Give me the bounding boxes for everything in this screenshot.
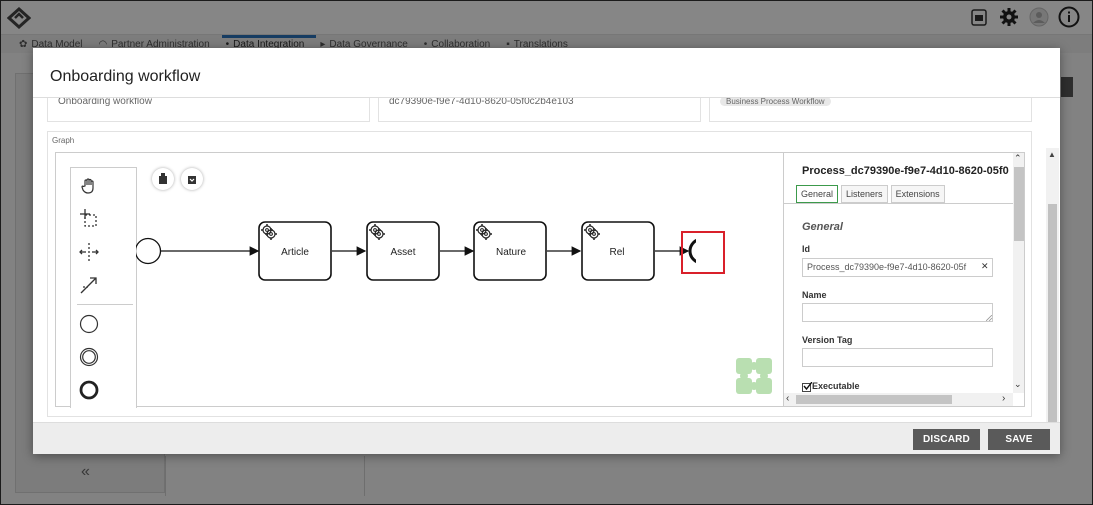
save-button[interactable]: SAVE (988, 429, 1050, 450)
hand-tool-icon[interactable] (79, 176, 99, 196)
download-bpmn-icon[interactable] (181, 168, 203, 190)
end-event-highlight (681, 231, 725, 274)
start-event-icon[interactable] (79, 314, 99, 334)
modal-body: Onboarding workflow dc79390e-f9e7-4d10-8… (33, 98, 1060, 422)
properties-vertical-scrollbar[interactable]: ⌃ ⌄ (1013, 153, 1024, 393)
name-textarea[interactable] (802, 303, 993, 322)
modal-header: Onboarding workflow (33, 48, 1060, 98)
palette-separator (77, 304, 133, 305)
workflow-id-field[interactable]: dc79390e-f9e7-4d10-8620-05f0c2b4e103 (378, 98, 701, 122)
workflow-modal: Onboarding workflow Onboarding workflow … (33, 48, 1060, 454)
task-label: Asset (390, 247, 415, 258)
start-event[interactable] (136, 237, 162, 265)
tab-listeners[interactable]: Listeners (841, 185, 888, 203)
id-label: Id (802, 244, 810, 254)
chevron-up-icon[interactable]: ▲ (1048, 150, 1056, 159)
download-svg-icon[interactable] (152, 168, 174, 190)
task-label: Nature (496, 247, 526, 258)
graph-panel: Graph Article Asset Nature Rel Process_d… (47, 131, 1032, 417)
bpmn-canvas[interactable]: Article Asset Nature Rel Process_dc79390… (55, 152, 1025, 408)
scroll-thumb[interactable] (1014, 167, 1024, 241)
scroll-thumb[interactable] (796, 395, 952, 404)
chevron-down-icon[interactable]: ⌄ (1014, 379, 1022, 390)
properties-title: Process_dc79390e-f9e7-4d10-8620-05f0 (802, 165, 1009, 177)
graph-label: Graph (52, 136, 75, 145)
chevron-right-icon[interactable]: › (1002, 393, 1005, 404)
version-tag-label: Version Tag (802, 335, 853, 345)
modal-title: Onboarding workflow (50, 68, 201, 85)
end-event-icon[interactable] (79, 380, 99, 400)
task-label: Rel (609, 247, 624, 258)
intermediate-event-icon[interactable] (79, 347, 99, 367)
global-connect-tool-icon[interactable] (79, 275, 99, 295)
properties-panel: Process_dc79390e-f9e7-4d10-8620-05f0 Gen… (783, 153, 1024, 406)
version-tag-input[interactable] (802, 348, 993, 367)
tabs-divider (784, 203, 1014, 204)
task-label: Article (281, 247, 309, 258)
tab-general[interactable]: General (796, 185, 839, 203)
task-rel[interactable]: Rel (581, 221, 655, 281)
workflow-id-value: dc79390e-f9e7-4d10-8620-05f0c2b4e103 (389, 98, 574, 107)
workflow-type-chip: Business Process Workflow (720, 98, 831, 106)
executable-label: Executable (812, 381, 860, 391)
name-label: Name (802, 290, 827, 300)
workflow-name-value: Onboarding workflow (58, 98, 152, 107)
tab-extensions[interactable]: Extensions (890, 185, 945, 203)
task-asset[interactable]: Asset (366, 221, 440, 281)
section-title-general: General (802, 221, 843, 233)
bpmn-io-logo-icon[interactable] (736, 358, 774, 396)
lasso-tool-icon[interactable] (79, 209, 99, 229)
id-input[interactable]: Process_dc79390e-f9e7-4d10-8620-05f (802, 258, 993, 277)
bpmn-diagram[interactable]: Article Asset Nature Rel (136, 203, 696, 293)
chevron-up-icon[interactable]: ⌃ (1014, 153, 1022, 164)
properties-horizontal-scrollbar[interactable]: ‹ › (784, 393, 1013, 406)
chevron-left-icon[interactable]: ‹ (786, 393, 789, 404)
workflow-type-field[interactable]: Business Process Workflow (709, 98, 1032, 122)
tool-palette (70, 167, 137, 408)
scroll-thumb[interactable] (1048, 204, 1057, 422)
space-tool-icon[interactable] (79, 242, 99, 262)
properties-tabs: General Listeners Extensions (796, 185, 945, 203)
clear-id-icon[interactable]: ✕ (981, 261, 989, 272)
modal-vertical-scrollbar[interactable]: ▲ ▼ (1046, 148, 1059, 422)
executable-checkbox[interactable] (802, 382, 812, 392)
resize-handle-icon[interactable] (986, 315, 992, 321)
task-article[interactable]: Article (258, 221, 332, 281)
workflow-name-field[interactable]: Onboarding workflow (47, 98, 370, 122)
modal-footer: DISCARD SAVE (33, 422, 1060, 454)
checkmark-icon (803, 382, 812, 391)
task-nature[interactable]: Nature (473, 221, 547, 281)
discard-button[interactable]: DISCARD (913, 429, 980, 450)
